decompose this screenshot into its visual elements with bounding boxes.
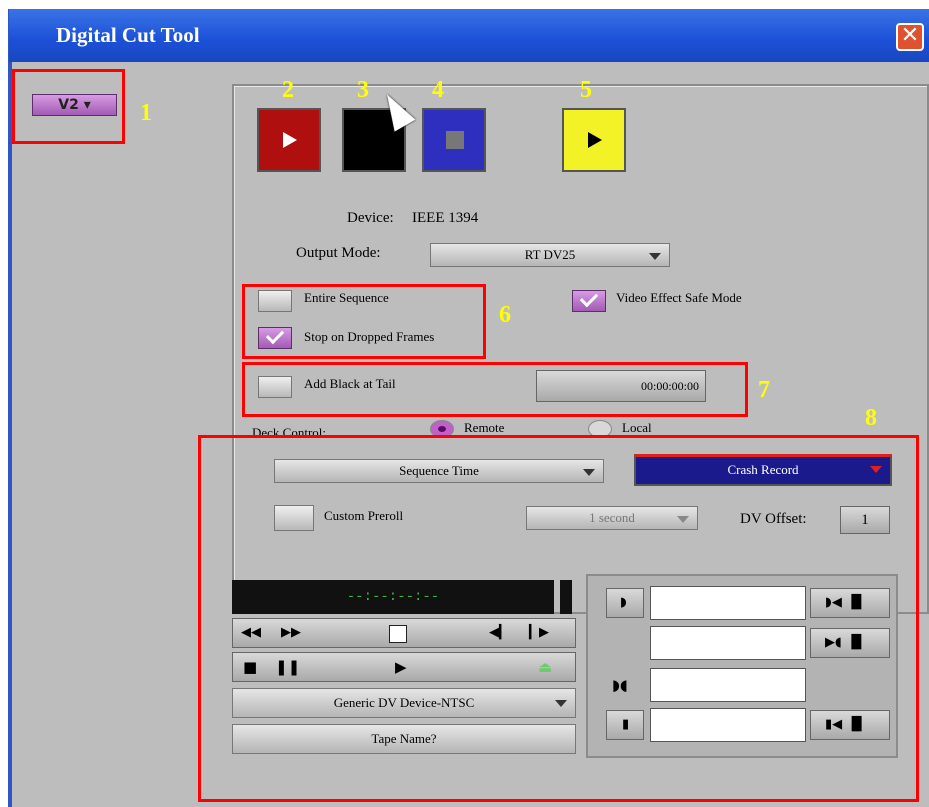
go-to-in-button[interactable]: ◗◀ ▐▌: [810, 588, 890, 618]
annotation-5: 5: [580, 77, 592, 103]
step-forward-icon[interactable]: ▎▶: [529, 625, 549, 640]
add-black-label: Add Black at Tail: [304, 376, 396, 391]
video-effect-safe-label: Video Effect Safe Mode: [616, 290, 742, 305]
chevron-down-icon: [555, 700, 567, 707]
annotation-4: 4: [432, 77, 444, 103]
output-mode-select[interactable]: RT DV25: [430, 243, 670, 267]
chevron-down-icon: [649, 253, 661, 260]
record-mode-value: Crash Record: [727, 462, 799, 477]
rewind-icon[interactable]: ◀◀: [241, 625, 261, 640]
device-label: Device:: [347, 210, 394, 226]
tape-name-label: Tape Name?: [371, 731, 437, 746]
mark-out-button[interactable]: ▮: [606, 710, 644, 740]
annotation-1: 1: [140, 100, 152, 126]
close-icon[interactable]: ✕: [896, 23, 924, 51]
annotation-3: 3: [357, 77, 369, 103]
step-back-icon[interactable]: ◀▎: [489, 625, 509, 640]
mark-out-icon: ▮: [622, 717, 630, 732]
mark-in-field[interactable]: [650, 586, 806, 620]
dv-offset-label: DV Offset:: [740, 511, 807, 527]
remote-label: Remote: [464, 420, 505, 435]
jog-bar: ◀◀ ▶▶ ◀▎ ▎▶: [232, 618, 576, 648]
chevron-down-icon: [870, 466, 882, 473]
mark-out-field[interactable]: [650, 626, 806, 660]
output-mode-label: Output Mode:: [296, 245, 381, 261]
shuttle-handle[interactable]: [389, 625, 407, 643]
content-area: V2 ▾ 1 2 3 4 5 Device: IEEE 1394 Output …: [9, 62, 929, 807]
annotation-6: 6: [499, 302, 511, 328]
title-bar: Digital Cut Tool ✕: [9, 9, 929, 62]
entire-sequence-label: Entire Sequence: [304, 290, 389, 305]
checkmark-icon: [265, 325, 285, 345]
deck-device-value: Generic DV Device-NTSC: [333, 695, 475, 710]
eject-icon[interactable]: ⏏: [538, 658, 552, 676]
transport-bar: ■ ❚❚ ▶ ⏏: [232, 652, 576, 682]
annotation-8: 8: [865, 405, 877, 431]
time-source-value: Sequence Time: [399, 463, 479, 478]
custom-preroll-checkbox[interactable]: [274, 505, 314, 531]
play-icon[interactable]: ▶: [395, 658, 407, 676]
checkmark-icon: [579, 288, 599, 308]
go-to-end-button[interactable]: ▮◀ ▐▌: [810, 710, 890, 740]
chevron-down-icon: [677, 516, 689, 523]
play-icon: [283, 132, 297, 148]
stop-dropped-frames-label: Stop on Dropped Frames: [304, 329, 435, 344]
preroll-select[interactable]: 1 second: [526, 506, 698, 530]
stop-icon[interactable]: ■: [243, 658, 257, 676]
chevron-down-icon: [583, 469, 595, 476]
annotation-7: 7: [758, 377, 770, 403]
tape-name-button[interactable]: Tape Name?: [232, 724, 576, 754]
output-mode-value: RT DV25: [524, 247, 576, 262]
go-to-end-icon: ▮◀ ▐▌: [825, 717, 867, 732]
mark-in-icon: ◗: [620, 595, 627, 610]
custom-preroll-label: Custom Preroll: [324, 508, 404, 523]
video-effect-safe-checkbox[interactable]: [572, 288, 606, 312]
duration-icon: ◗◖: [612, 676, 628, 694]
timecode-display: --:--:--:--: [232, 580, 554, 614]
digital-cut-window: Digital Cut Tool ✕ V2 ▾ 1 2 3 4 5 Device…: [8, 9, 929, 807]
preview-button[interactable]: [562, 108, 626, 172]
local-label: Local: [622, 420, 652, 435]
go-to-out-icon: ▶◖ ▐▌: [825, 635, 867, 650]
add-black-timecode[interactable]: 00:00:00:00: [536, 370, 706, 402]
go-to-out-button[interactable]: ▶◖ ▐▌: [810, 628, 890, 658]
preroll-value: 1 second: [589, 510, 635, 525]
fast-forward-icon[interactable]: ▶▶: [281, 625, 301, 640]
duration-field[interactable]: [650, 668, 806, 702]
go-to-in-icon: ◗◀ ▐▌: [825, 595, 867, 610]
mark-in-button[interactable]: ◗: [606, 588, 644, 618]
stop-button[interactable]: [422, 108, 486, 172]
mark-out-time-field[interactable]: [650, 708, 806, 742]
pause-icon[interactable]: ❚❚: [275, 658, 300, 676]
deck-device-select[interactable]: Generic DV Device-NTSC: [232, 688, 576, 718]
play-icon: [588, 132, 602, 148]
entire-sequence-checkbox[interactable]: [258, 290, 292, 312]
play-digital-cut-button[interactable]: [257, 108, 321, 172]
timecode-indicator: [560, 580, 572, 614]
annotation-2: 2: [282, 77, 294, 103]
time-source-select[interactable]: Sequence Time: [274, 459, 604, 483]
annotation-box-1: [12, 69, 125, 144]
record-mode-select[interactable]: Crash Record: [634, 454, 892, 486]
add-black-checkbox[interactable]: [258, 376, 292, 398]
stop-icon: [446, 131, 464, 149]
window-title: Digital Cut Tool: [56, 23, 200, 47]
device-value: IEEE 1394: [412, 210, 479, 226]
dv-offset-field[interactable]: 1: [840, 506, 890, 534]
stop-dropped-frames-checkbox[interactable]: [258, 325, 292, 349]
